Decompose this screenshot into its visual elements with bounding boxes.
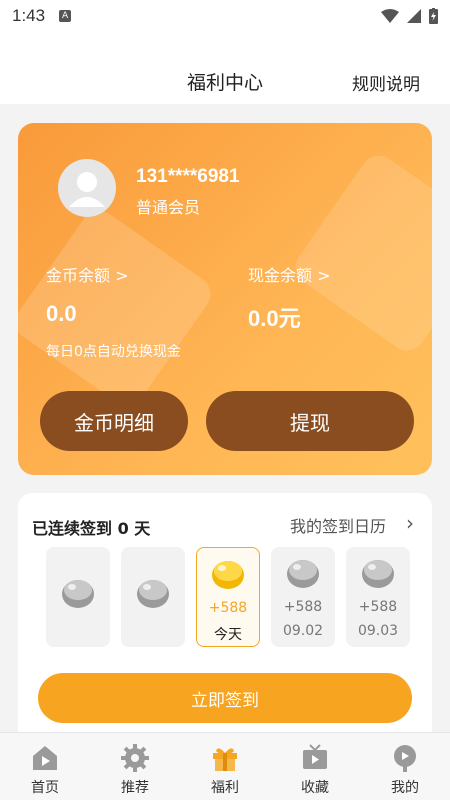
tab-recommend[interactable]: 推荐 (90, 733, 180, 800)
cash-balance-link[interactable]: 现金余额 > (248, 262, 331, 286)
status-bar: 1:43 A (0, 0, 450, 32)
card-decoration (288, 148, 432, 358)
signin-day-label: 09.03 (357, 623, 399, 639)
status-time: 1:43 (12, 6, 46, 25)
tab-home[interactable]: 首页 (0, 733, 90, 800)
avatar[interactable] (58, 159, 116, 217)
gray-coin-icon (362, 560, 394, 588)
default-avatar-icon (69, 172, 105, 207)
bottom-tab-bar: 首页 推荐 福利 收藏 我的 (0, 732, 450, 800)
signin-day (121, 547, 185, 647)
tab-label: 我的 (391, 780, 419, 796)
home-play-icon (33, 746, 57, 770)
tab-welfare[interactable]: 福利 (180, 733, 270, 800)
gray-coin-icon (287, 560, 319, 588)
battery-icon (429, 8, 438, 24)
signin-day (46, 547, 110, 647)
notification-a-icon: A (59, 10, 72, 22)
signin-day-points: +588 (208, 600, 248, 616)
signin-day-today[interactable]: +588 今天 (196, 547, 260, 647)
signin-day-points: +588 (283, 599, 323, 615)
rules-link[interactable]: 规则说明 (352, 70, 420, 95)
signal-icon (407, 9, 421, 23)
signin-day-points: +588 (358, 599, 398, 615)
gold-coin-icon (212, 561, 244, 589)
profile-icon (394, 745, 416, 772)
user-phone: 131****6981 (136, 166, 240, 187)
withdraw-button[interactable]: 提现 (206, 391, 414, 451)
status-icons (381, 8, 438, 24)
cash-balance-value: 0.0元 (248, 306, 301, 331)
signin-day: +588 09.03 (346, 547, 410, 647)
chevron-right-icon[interactable]: › (406, 511, 414, 535)
coin-balance-value: 0.0 (46, 301, 77, 326)
gray-coin-icon (62, 580, 94, 608)
auto-exchange-note: 每日0点自动兑换现金 (46, 344, 181, 360)
sign-in-button[interactable]: 立即签到 (38, 673, 412, 723)
coin-balance-link[interactable]: 金币余额 > (46, 262, 129, 286)
tab-label: 收藏 (301, 780, 329, 796)
balance-card: 131****6981 普通会员 金币余额 > 0.0 现金余额 > 0.0元 … (18, 123, 432, 475)
coin-detail-button[interactable]: 金币明细 (40, 391, 188, 451)
gift-icon (213, 748, 237, 771)
signin-panel: 已连续签到 0 天 我的签到日历 › +588 今天 +588 09.02 +5… (18, 493, 432, 733)
signin-streak: 已连续签到 0 天 (32, 519, 151, 538)
signin-day: +588 09.02 (271, 547, 335, 647)
tv-icon (303, 744, 327, 769)
signin-day-label: 今天 (214, 627, 242, 643)
tab-label: 福利 (211, 780, 239, 796)
signin-day-label: 09.02 (282, 623, 324, 639)
signin-calendar-link[interactable]: 我的签到日历 (290, 513, 386, 537)
tab-label: 推荐 (121, 780, 149, 796)
gray-coin-icon (137, 580, 169, 608)
page-header: 福利中心 规则说明 (0, 32, 450, 104)
member-level: 普通会员 (136, 198, 201, 217)
tab-label: 首页 (31, 780, 59, 796)
tab-favorites[interactable]: 收藏 (270, 733, 360, 800)
wifi-icon (381, 9, 399, 23)
tab-mine[interactable]: 我的 (360, 733, 450, 800)
gear-icon (121, 744, 149, 772)
